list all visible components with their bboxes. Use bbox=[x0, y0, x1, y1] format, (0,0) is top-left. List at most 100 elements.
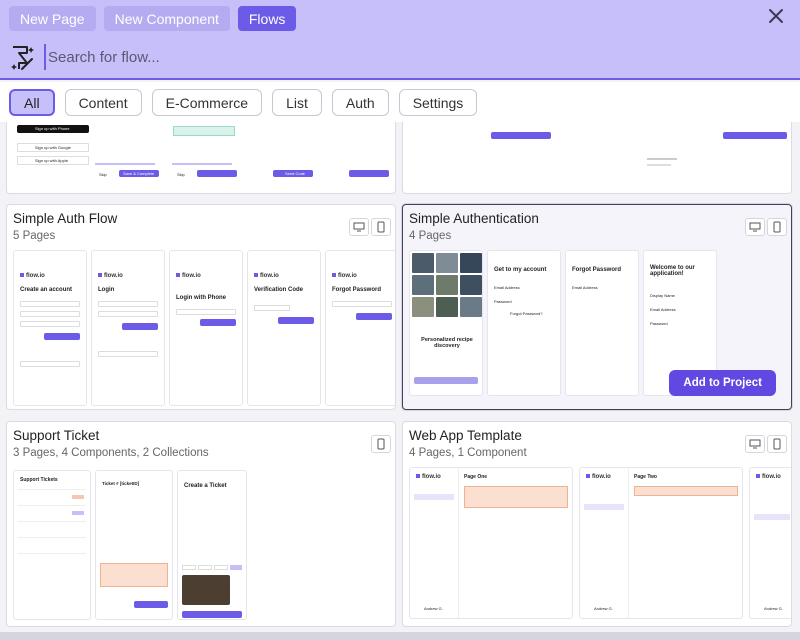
screen-title: Forgot Password bbox=[332, 287, 382, 293]
preview-verification: flow.io Verification Code bbox=[247, 250, 321, 406]
preview-page-three: flow.io Andrew G. bbox=[749, 467, 791, 619]
field-label: Email Address bbox=[650, 307, 676, 312]
monitor-icon bbox=[353, 222, 365, 232]
filter-e-commerce[interactable]: E-Commerce bbox=[151, 89, 263, 116]
page-title: Page One bbox=[464, 474, 488, 480]
top-tabs: New Page New Component Flows bbox=[9, 6, 297, 31]
flow-card-partial-right[interactable] bbox=[402, 122, 792, 194]
flow-logo: flow.io bbox=[98, 273, 123, 279]
filter-content[interactable]: Content bbox=[64, 89, 142, 116]
photo-tile bbox=[460, 275, 482, 295]
preview-page-one: flow.io Page One Andrew G. bbox=[409, 467, 573, 619]
flow-card-simple-authentication[interactable]: Simple Authentication 4 Pages Personaliz… bbox=[402, 204, 792, 410]
save-complete-label: Save & Complete bbox=[123, 171, 155, 176]
flow-card-support-ticket[interactable]: Support Ticket 3 Pages, 4 Components, 2 … bbox=[6, 421, 396, 627]
sidebar-divider bbox=[458, 468, 459, 618]
google-signup-label: Sign up with Google bbox=[35, 145, 71, 150]
notice-box bbox=[634, 486, 738, 496]
comment-box bbox=[100, 563, 168, 587]
screen-title: Login with Phone bbox=[176, 295, 226, 301]
notice-box bbox=[464, 486, 568, 508]
signup-phone-label: Sign up with Phone bbox=[35, 126, 70, 131]
preview-get-account: Get to my account Email Address Password… bbox=[487, 250, 561, 396]
sidebar-active-item bbox=[584, 504, 624, 510]
priority-chip bbox=[230, 565, 242, 570]
attached-photo bbox=[182, 575, 230, 605]
sidebar-active-item bbox=[414, 494, 454, 500]
phone-icon bbox=[773, 221, 781, 233]
flow-logo: flow.io bbox=[254, 273, 279, 279]
screen-title: Support Tickets bbox=[20, 477, 58, 483]
field bbox=[20, 311, 80, 317]
screen-title: Create an account bbox=[20, 287, 73, 293]
mobile-preview-button[interactable] bbox=[767, 435, 787, 453]
preview-create-account: flow.io Create an account bbox=[13, 250, 87, 406]
info-box bbox=[173, 126, 235, 136]
desktop-preview-button[interactable] bbox=[745, 218, 765, 236]
tab-new-page[interactable]: New Page bbox=[9, 6, 96, 31]
photo-tile bbox=[460, 253, 482, 273]
tab-new-component[interactable]: New Component bbox=[103, 6, 230, 31]
phone-icon bbox=[773, 438, 781, 450]
flow-card-partial-left[interactable]: Sign up with Phone Sign up with Google S… bbox=[6, 122, 396, 194]
ticket-row bbox=[18, 537, 86, 538]
priority-chip bbox=[198, 565, 212, 570]
screen-title: Forgot Password bbox=[572, 267, 622, 273]
preview-create-ticket: Create a Ticket bbox=[177, 470, 247, 620]
save-complete-button-2 bbox=[197, 170, 237, 177]
confirm-button bbox=[491, 132, 551, 139]
ticket-row bbox=[18, 505, 86, 506]
primary-button bbox=[278, 317, 314, 324]
flow-logo: flow.io bbox=[176, 273, 201, 279]
flow-logo: flow.io bbox=[20, 273, 45, 279]
mobile-preview-button[interactable] bbox=[371, 435, 391, 453]
card-subtitle: 4 Pages bbox=[409, 230, 452, 242]
flow-card-web-app-template[interactable]: Web App Template 4 Pages, 1 Component fl… bbox=[402, 421, 792, 627]
filter-list[interactable]: List bbox=[272, 89, 322, 116]
code-boxes bbox=[254, 305, 290, 311]
info-lines bbox=[647, 158, 677, 160]
add-to-project-button[interactable]: Add to Project bbox=[669, 370, 776, 396]
field-label: Password bbox=[494, 299, 512, 304]
screen-title: Welcome to our application! bbox=[650, 265, 695, 277]
field bbox=[98, 311, 158, 317]
desktop-preview-button[interactable] bbox=[349, 218, 369, 236]
preview-forgot-password: Forgot Password Email Address bbox=[565, 250, 639, 396]
bottom-scroll-edge bbox=[0, 632, 800, 640]
preview-recipe-discovery: Personalized recipe discovery bbox=[409, 250, 483, 396]
search-input[interactable] bbox=[44, 44, 764, 70]
flow-magic-icon bbox=[11, 46, 34, 70]
user-name: Andrew G. bbox=[764, 606, 783, 611]
card-title: Support Ticket bbox=[13, 428, 100, 443]
primary-button bbox=[356, 313, 392, 320]
field bbox=[20, 301, 80, 307]
get-started-button bbox=[414, 377, 478, 384]
preview-support-list: Support Tickets bbox=[13, 470, 91, 620]
status-badge bbox=[72, 495, 84, 499]
send-code-label: Send Code bbox=[285, 171, 306, 176]
desktop-preview-button[interactable] bbox=[745, 435, 765, 453]
primary-button bbox=[122, 323, 158, 330]
field-label: Email Address bbox=[572, 285, 598, 290]
close-icon[interactable] bbox=[766, 6, 786, 26]
filter-bar: All Content E-Commerce List Auth Setting… bbox=[0, 82, 800, 122]
update-button bbox=[134, 601, 168, 608]
primary-button bbox=[44, 333, 80, 340]
tab-flows[interactable]: Flows bbox=[237, 6, 297, 31]
flow-picker-header: New Page New Component Flows bbox=[0, 0, 800, 80]
card-title: Simple Authentication bbox=[409, 211, 539, 226]
progress-line bbox=[172, 163, 232, 165]
preview-forgot-password: flow.io Forgot Password bbox=[325, 250, 395, 406]
mobile-preview-button[interactable] bbox=[767, 218, 787, 236]
card-subtitle: 4 Pages, 1 Component bbox=[409, 447, 527, 459]
flow-logo: flow.io bbox=[756, 474, 781, 480]
filter-settings[interactable]: Settings bbox=[398, 89, 478, 116]
field-label: Display Name bbox=[650, 293, 675, 298]
mobile-preview-button[interactable] bbox=[371, 218, 391, 236]
save-changes-button bbox=[723, 132, 787, 139]
filter-all[interactable]: All bbox=[9, 89, 55, 116]
sidebar-active-item bbox=[754, 514, 790, 520]
primary-button bbox=[200, 319, 236, 326]
filter-auth[interactable]: Auth bbox=[331, 89, 389, 116]
flow-card-simple-auth-flow[interactable]: Simple Auth Flow 5 Pages flow.io Create … bbox=[6, 204, 396, 410]
